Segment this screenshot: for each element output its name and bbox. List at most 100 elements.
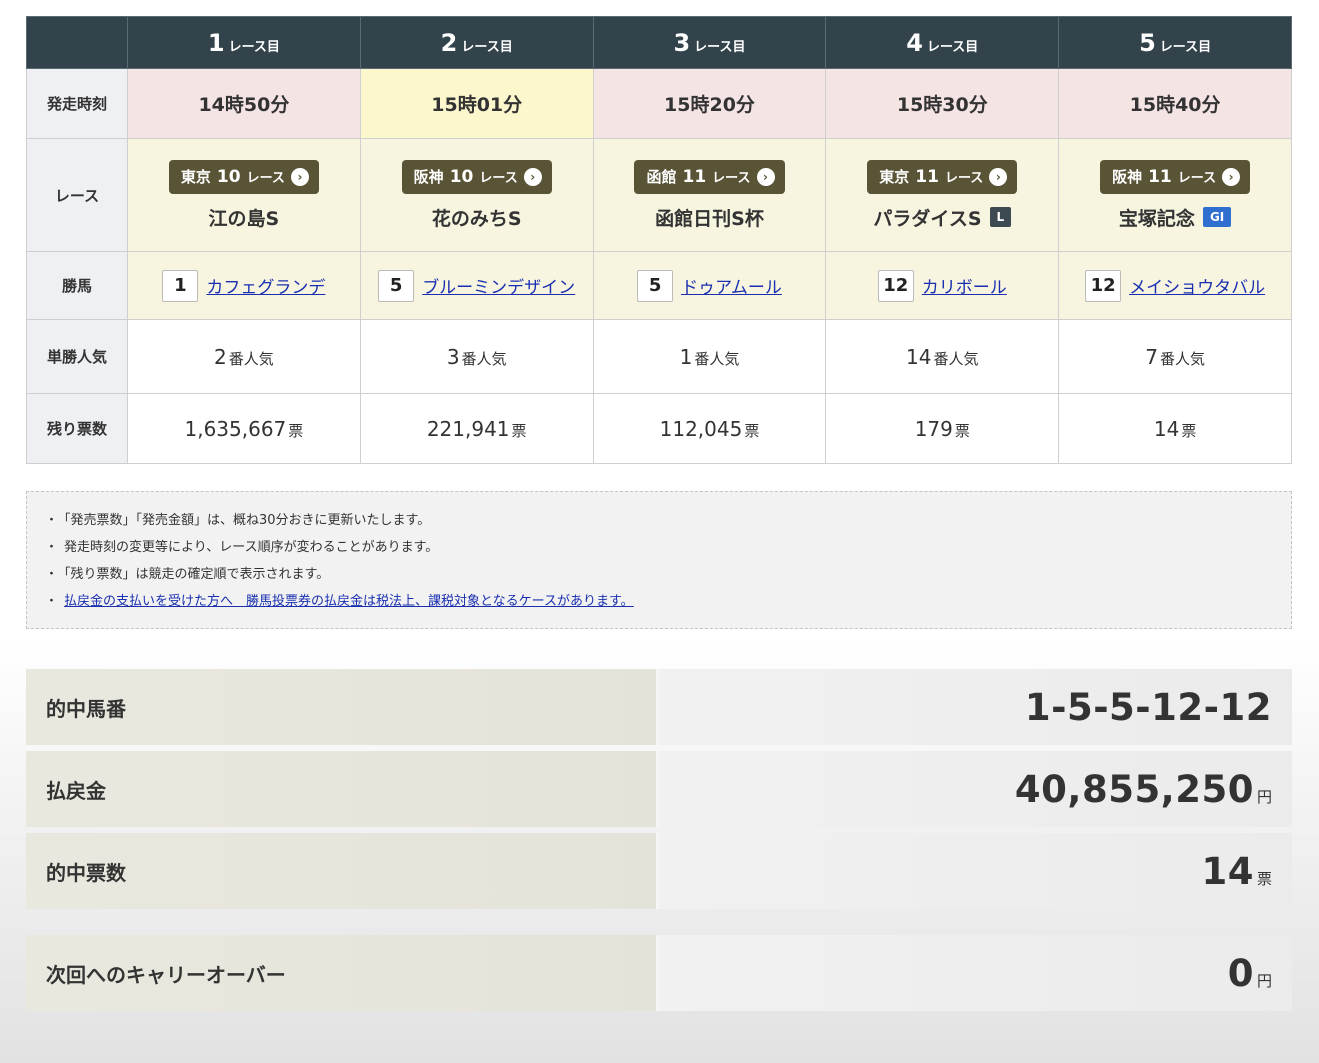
winner-cell: 12 メイショウタバル — [1058, 251, 1292, 320]
hit-tickets-label: 的中票数 — [26, 833, 659, 909]
race-name: 宝塚記念 — [1118, 207, 1195, 230]
notes-box: 「発売票数」「発売金額」は、概ね30分おきに更新いたします。 発走時刻の変更等に… — [26, 491, 1292, 629]
carryover-value: 0 — [1227, 951, 1254, 995]
race-number: 10 — [216, 166, 241, 187]
race-header-2: 2 レース目 — [359, 16, 594, 69]
start-time-row: 発走時刻 14時50分 15時01分 15時20分 15時30分 15時40分 — [26, 68, 1292, 139]
summary-payout: 払戻金 40,855,250 円 — [26, 751, 1292, 827]
race-header-row: 1 レース目 2 レース目 3 レース目 4 レース目 5 レース目 — [26, 16, 1292, 69]
summary-hit-tickets: 的中票数 14 票 — [26, 833, 1292, 909]
arrow-right-circle-icon: › — [989, 167, 1008, 186]
race-number: 11 — [1148, 166, 1172, 187]
race-header-4: 4 レース目 — [825, 16, 1060, 69]
payout-value: 40,855,250 — [1014, 767, 1254, 811]
race-cell: 阪神 11 レース › 宝塚記念 GI — [1058, 138, 1292, 252]
winner-horse-link[interactable]: カリボール — [922, 273, 1007, 298]
venue-race-button[interactable]: 阪神 10 レース › — [401, 159, 552, 194]
start-time-cell: 15時40分 — [1058, 68, 1292, 139]
start-time-cell: 15時01分 — [359, 68, 594, 139]
row-label-start-time: 発走時刻 — [26, 68, 128, 139]
race-name: パラダイスS — [873, 207, 982, 230]
horse-number: 5 — [637, 269, 674, 302]
race-name: 函館日刊S杯 — [655, 207, 764, 230]
popularity-cell: 3 番人気 — [359, 319, 594, 394]
note-item: 「残り票数」は競走の確定順で表示されます。 — [45, 564, 1271, 591]
race-number: 10 — [449, 166, 474, 187]
venue-race-button[interactable]: 東京 11 レース › — [867, 159, 1018, 194]
arrow-right-circle-icon: › — [523, 167, 542, 186]
remaining-cell: 221,941 票 — [359, 393, 594, 464]
hit-tickets-unit: 票 — [1256, 869, 1272, 888]
row-label-popularity: 単勝人気 — [26, 319, 128, 394]
winner-row: 勝馬 1 カフェグランデ 5 ブルーミンデザイン 5 ドゥアムール 12 カリボ… — [26, 251, 1292, 320]
winner-cell: 12 カリボール — [825, 251, 1060, 320]
race-number: 11 — [682, 166, 707, 187]
row-label-race: レース — [26, 138, 128, 252]
arrow-right-circle-icon: › — [290, 167, 309, 186]
remaining-cell: 179 票 — [825, 393, 1060, 464]
horse-number: 5 — [378, 269, 415, 302]
venue-name: 東京 — [879, 168, 910, 186]
row-label-remaining: 残り票数 — [26, 393, 128, 464]
start-time-cell: 15時20分 — [592, 68, 827, 139]
race-label: レース — [1177, 171, 1217, 186]
hit-numbers-label: 的中馬番 — [26, 669, 659, 745]
payout-label: 払戻金 — [26, 751, 659, 827]
venue-name: 阪神 — [1112, 168, 1143, 186]
hit-tickets-value: 14 — [1201, 849, 1254, 893]
remaining-cell: 14 票 — [1058, 393, 1292, 464]
grade-badge-g1: GI — [1202, 207, 1232, 227]
race-header-1: 1 レース目 — [127, 16, 361, 69]
carryover-label: 次回へのキャリーオーバー — [26, 935, 659, 1011]
grade-badge-listed: L — [989, 207, 1012, 227]
race-name: 花のみちS — [431, 207, 522, 230]
remaining-cell: 112,045 票 — [592, 393, 827, 464]
popularity-cell: 14 番人気 — [825, 319, 1060, 394]
winner-cell: 5 ドゥアムール — [592, 251, 827, 320]
race-label: レース — [479, 171, 518, 186]
race-header-5: 5 レース目 — [1058, 16, 1292, 69]
venue-name: 東京 — [180, 168, 211, 186]
popularity-cell: 2 番人気 — [127, 319, 361, 394]
winner-cell: 5 ブルーミンデザイン — [359, 251, 594, 320]
header-corner — [26, 16, 128, 69]
arrow-right-circle-icon: › — [1222, 167, 1241, 186]
popularity-cell: 7 番人気 — [1058, 319, 1292, 394]
race-table: 1 レース目 2 レース目 3 レース目 4 レース目 5 レース目 発走時刻 14時50… — [26, 16, 1292, 464]
race-number: 11 — [915, 166, 939, 187]
race-cell: 東京 11 レース › パラダイスS L — [825, 138, 1060, 252]
start-time-cell: 15時30分 — [825, 68, 1060, 139]
race-label: レース — [246, 171, 285, 186]
winner-cell: 1 カフェグランデ — [127, 251, 361, 320]
summary-carryover: 次回へのキャリーオーバー 0 円 — [26, 935, 1292, 1011]
popularity-cell: 1 番人気 — [592, 319, 827, 394]
venue-race-button[interactable]: 函館 11 レース › — [634, 159, 785, 194]
arrow-right-circle-icon: › — [756, 167, 775, 186]
remaining-cell: 1,635,667 票 — [127, 393, 361, 464]
horse-number: 1 — [162, 269, 199, 302]
hit-numbers-value: 1-5-5-12-12 — [1024, 685, 1272, 729]
race-cell: 東京 10 レース › 江の島S — [127, 138, 361, 252]
popularity-row: 単勝人気 2 番人気 3 番人気 1 番人気 14 番人気 7 番人気 — [26, 319, 1292, 394]
winner-horse-link[interactable]: ドゥアムール — [681, 273, 782, 298]
start-time-cell: 14時50分 — [127, 68, 361, 139]
remaining-votes-row: 残り票数 1,635,667 票 221,941 票 112,045 票 179 票 1… — [26, 393, 1292, 464]
race-label: レース — [712, 171, 751, 186]
race-row: レース 東京 10 レース › 江の島S 阪神 10 レース › 花のみちS 函… — [26, 138, 1292, 252]
horse-number: 12 — [877, 269, 914, 302]
winner-horse-link[interactable]: ブルーミンデザイン — [422, 273, 575, 298]
winner-horse-link[interactable]: カフェグランデ — [206, 273, 325, 298]
venue-race-button[interactable]: 阪神 11 レース › — [1100, 159, 1251, 194]
note-item: 「発売票数」「発売金額」は、概ね30分おきに更新いたします。 — [45, 510, 1271, 537]
winner-horse-link[interactable]: メイショウタバル — [1129, 273, 1265, 298]
race-cell: 函館 11 レース › 函館日刊S杯 — [592, 138, 827, 252]
note-item: 発走時刻の変更等により、レース順序が変わることがあります。 — [45, 537, 1271, 564]
note-item: 払戻金の支払いを受けた方へ 勝馬投票券の払戻金は税法上、課税対象となるケースがあ… — [45, 591, 1271, 618]
tax-info-link[interactable]: 払戻金の支払いを受けた方へ 勝馬投票券の払戻金は税法上、課税対象となるケースがあ… — [64, 594, 634, 609]
race-header-3: 3 レース目 — [592, 16, 827, 69]
row-label-winner: 勝馬 — [26, 251, 128, 320]
carryover-unit: 円 — [1256, 971, 1272, 990]
race-name: 江の島S — [208, 207, 280, 230]
venue-race-button[interactable]: 東京 10 レース › — [168, 159, 319, 194]
horse-number: 12 — [1085, 269, 1122, 302]
